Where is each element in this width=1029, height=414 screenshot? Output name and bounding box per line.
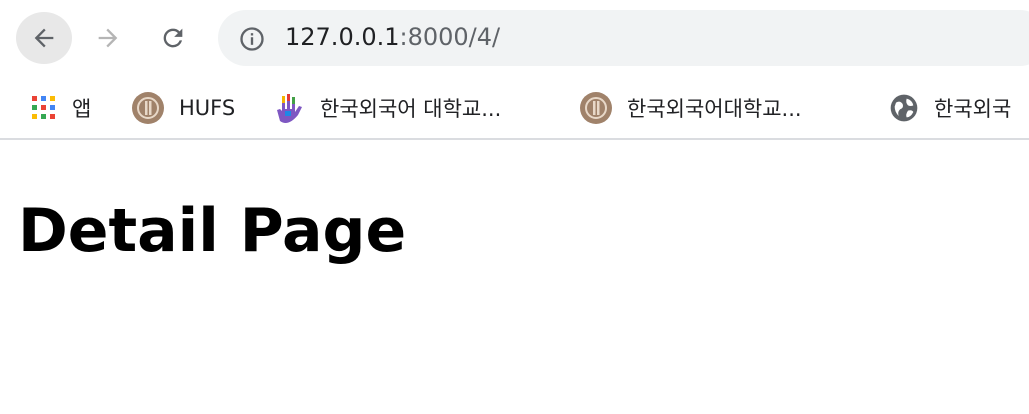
page-title: Detail Page (18, 196, 407, 266)
bookmark-hufs[interactable]: HUFS (131, 78, 235, 138)
back-button[interactable] (16, 12, 72, 64)
reload-button[interactable] (145, 12, 201, 64)
bookmark-hufs-globe[interactable]: 한국외국 (888, 78, 1011, 138)
bookmarks-bar: 앱 HUFS 한국외국어 대학교... 한국외국어대학교... 한국외국 (0, 78, 1029, 140)
bookmark-label: 앱 (72, 97, 92, 121)
bookmark-label: HUFS (179, 96, 236, 120)
arrow-right-icon (98, 28, 118, 48)
bookmark-apps[interactable]: 앱 (30, 78, 91, 138)
bookmark-hufs-univ-2[interactable]: 한국외국어대학교... (579, 78, 802, 138)
hufs-emblem-icon (131, 91, 165, 125)
bookmark-hufs-univ-1[interactable]: 한국외국어 대학교... (272, 78, 501, 138)
bookmark-label: 한국외국어 대학교... (320, 97, 502, 121)
site-info-icon[interactable] (238, 25, 266, 57)
apps-grid-icon (30, 94, 58, 122)
hufs-emblem-icon (579, 91, 613, 125)
globe-icon (888, 92, 920, 124)
arrow-left-icon (34, 28, 54, 48)
reload-icon (163, 28, 183, 48)
url-host: 127.0.0.1 (285, 23, 400, 51)
url-text[interactable]: 127.0.0.1:8000/4/ (285, 22, 500, 52)
colorful-hand-icon (272, 91, 306, 125)
address-bar[interactable]: 127.0.0.1:8000/4/ (218, 10, 1029, 66)
bookmark-label: 한국외국 (934, 97, 1012, 121)
forward-button[interactable] (80, 12, 136, 64)
browser-toolbar: 127.0.0.1:8000/4/ (0, 0, 1029, 78)
url-path: :8000/4/ (399, 23, 501, 51)
bookmark-label: 한국외국어대학교... (627, 97, 802, 121)
